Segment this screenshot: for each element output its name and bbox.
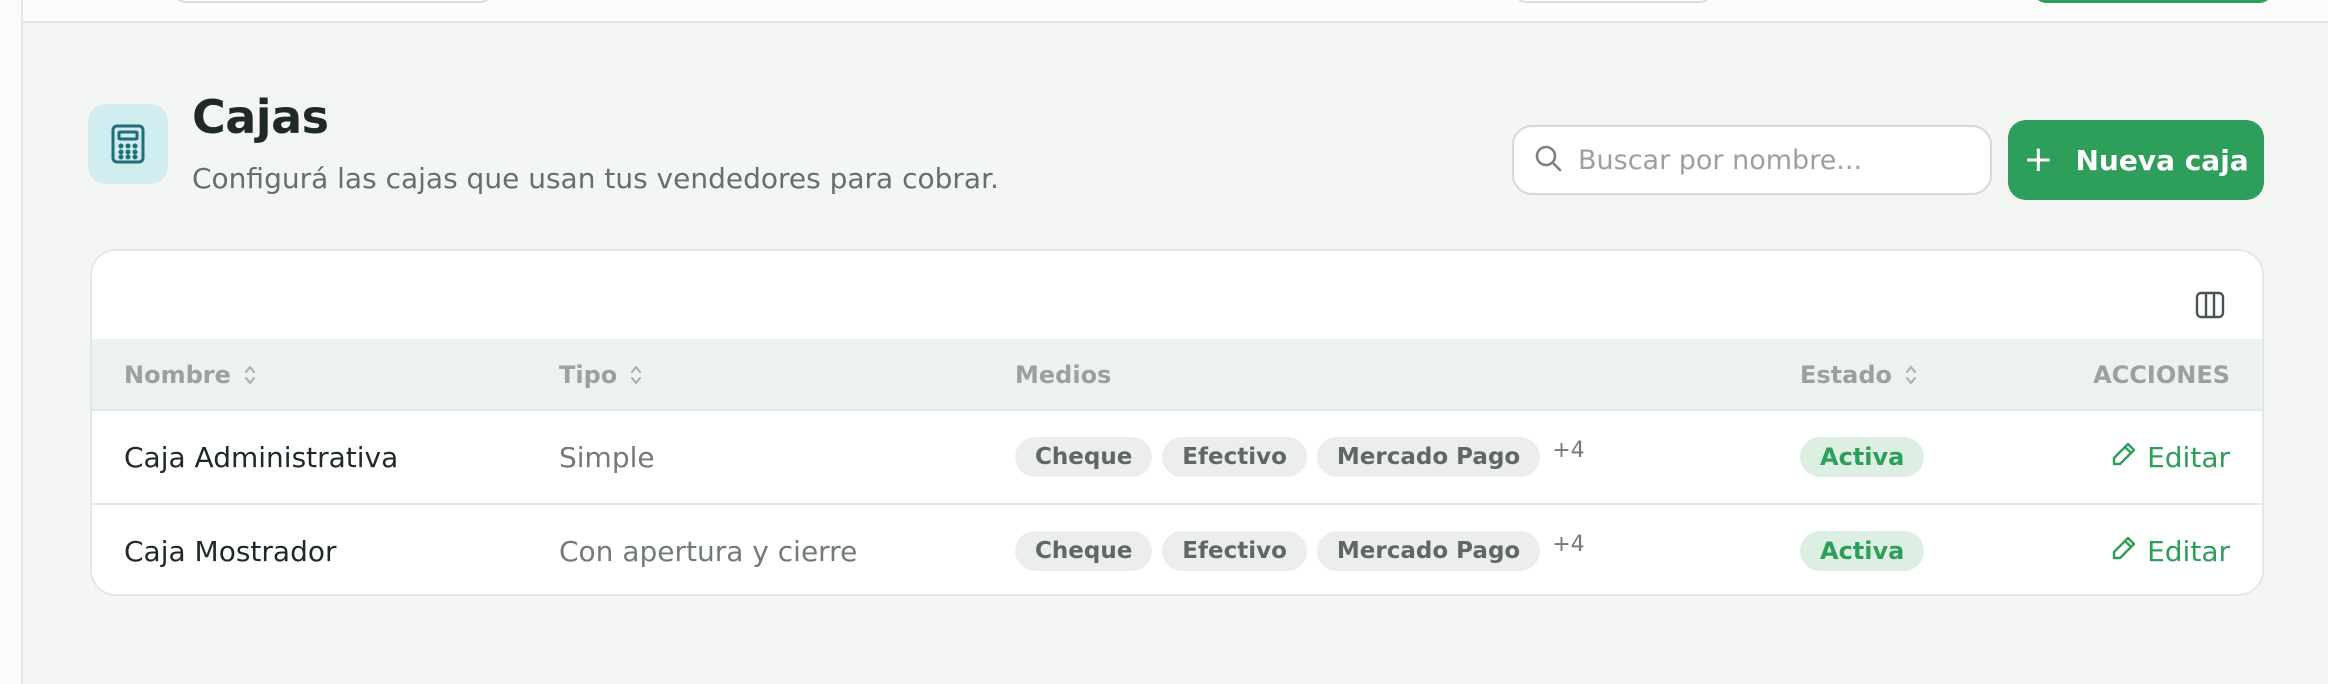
method-chip: Cheque <box>1015 437 1153 477</box>
row-methods: Cheque Efectivo Mercado Pago +4 <box>1015 505 1585 594</box>
method-chip: Mercado Pago <box>1316 531 1541 571</box>
pencil-icon <box>2111 535 2137 568</box>
edit-button[interactable]: Editar <box>2111 411 2230 503</box>
column-header-type[interactable]: Tipo <box>559 339 643 411</box>
row-name: Caja Mostrador <box>124 534 337 568</box>
top-bar <box>23 0 2328 23</box>
search-icon <box>1534 144 1562 176</box>
column-header-actions: ACCIONES <box>2093 361 2230 389</box>
top-bar-selector[interactable] <box>1513 0 1713 3</box>
table-row[interactable]: Caja Mostrador Con apertura y cierre Che… <box>92 503 2262 594</box>
more-methods-count: +4 <box>1552 437 1585 463</box>
row-type: Con apertura y cierre <box>559 534 858 568</box>
table-header: Nombre Tipo Medios Estado ACCIONES <box>92 339 2262 411</box>
edit-label: Editar <box>2147 440 2230 474</box>
sort-icon <box>629 364 643 386</box>
boxes-table-card: Nombre Tipo Medios Estado ACCIONES Caja … <box>90 249 2264 596</box>
row-status: Activa <box>1800 505 1925 594</box>
row-status: Activa <box>1800 411 1925 503</box>
plus-icon: + <box>2023 139 2054 180</box>
row-type: Simple <box>559 440 655 474</box>
edit-label: Editar <box>2147 534 2230 568</box>
status-badge: Activa <box>1800 531 1925 571</box>
top-bar-primary-button[interactable] <box>2033 0 2273 3</box>
sort-icon <box>1904 364 1918 386</box>
page-subtitle: Configurá las cajas que usan tus vendedo… <box>192 162 999 195</box>
sort-icon <box>243 364 257 386</box>
search-field[interactable] <box>1512 125 1992 195</box>
method-chip: Cheque <box>1015 531 1153 571</box>
method-chip: Mercado Pago <box>1316 437 1541 477</box>
top-bar-search[interactable] <box>173 0 493 3</box>
app-root: Cajas Configurá las cajas que usan tus v… <box>0 0 2328 684</box>
column-header-methods: Medios <box>1015 361 1112 389</box>
method-chip: Efectivo <box>1162 531 1307 571</box>
edit-button[interactable]: Editar <box>2111 505 2230 594</box>
row-methods: Cheque Efectivo Mercado Pago +4 <box>1015 411 1585 503</box>
left-sidebar <box>0 0 23 684</box>
columns-icon[interactable] <box>2192 287 2228 323</box>
table-row[interactable]: Caja Administrativa Simple Cheque Efecti… <box>92 411 2262 503</box>
search-input[interactable] <box>1578 144 1978 176</box>
row-name: Caja Administrativa <box>124 440 399 474</box>
new-box-button-label: Nueva caja <box>2075 143 2249 177</box>
method-chip: Efectivo <box>1162 437 1307 477</box>
new-box-button[interactable]: + Nueva caja <box>2008 120 2264 200</box>
column-header-status[interactable]: Estado <box>1800 339 1918 411</box>
pencil-icon <box>2111 441 2137 474</box>
page-title: Cajas <box>192 90 329 144</box>
more-methods-count: +4 <box>1552 531 1585 557</box>
calculator-icon <box>88 104 168 184</box>
status-badge: Activa <box>1800 437 1925 477</box>
column-header-name[interactable]: Nombre <box>124 339 257 411</box>
